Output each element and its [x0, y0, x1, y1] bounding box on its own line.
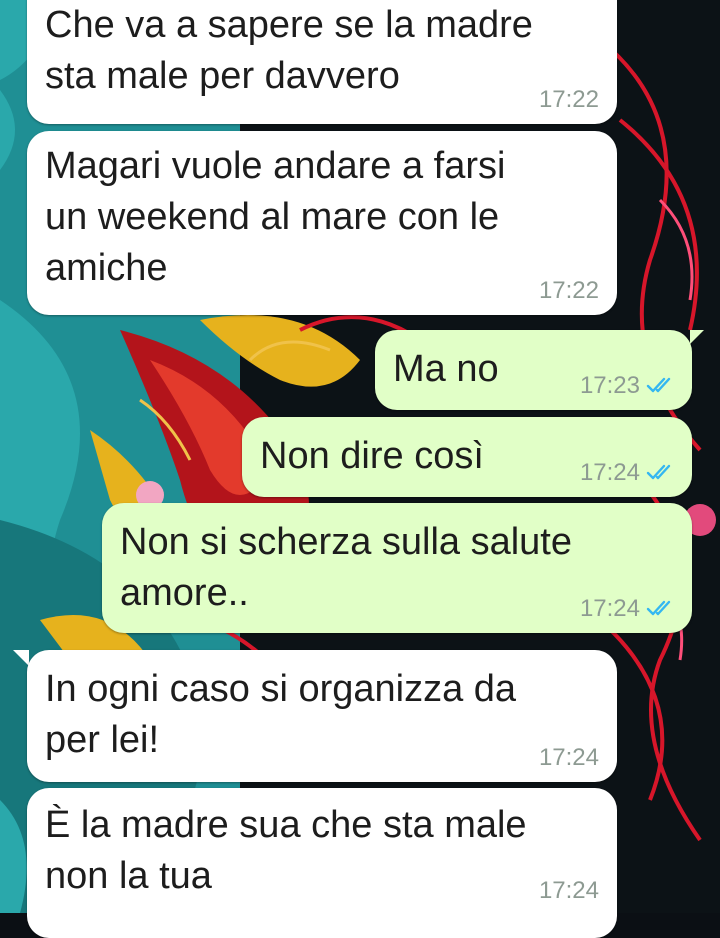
- double-check-icon: [646, 600, 671, 616]
- message-line: Magari vuole andare a farsi: [45, 145, 506, 187]
- incoming-message-bubble[interactable]: Magari vuole andare a farsi un weekend a…: [27, 131, 617, 315]
- message-line: per lei!: [45, 719, 160, 761]
- message-timestamp: 17:24: [538, 877, 599, 904]
- message-line: Che va a sapere se la madre: [45, 4, 533, 46]
- message-timestamp: 17:24: [538, 744, 599, 771]
- incoming-message-bubble[interactable]: In ogni caso si organizza da per lei! 17…: [27, 650, 617, 782]
- message-text: È la madre sua che sta male non la tua: [45, 800, 527, 902]
- bubble-tail: [690, 330, 704, 344]
- message-timestamp: 17:22: [538, 277, 599, 304]
- incoming-message-bubble[interactable]: È la madre sua che sta male non la tua 1…: [27, 788, 617, 938]
- message-line: amore..: [120, 572, 249, 614]
- message-text: Non dire così: [260, 431, 484, 482]
- message-line: non la tua: [45, 855, 212, 897]
- incoming-message-bubble[interactable]: Che va a sapere se la madre sta male per…: [27, 0, 617, 124]
- double-check-icon: [646, 464, 671, 480]
- message-text: Magari vuole andare a farsi un weekend a…: [45, 141, 505, 294]
- message-line: un weekend al mare con le: [45, 196, 500, 238]
- message-timestamp: 17:23: [579, 372, 640, 399]
- outgoing-message-bubble[interactable]: Ma no 17:23: [375, 330, 692, 410]
- bubble-tail: [13, 650, 29, 666]
- message-text: Non si scherza sulla salute amore..: [120, 517, 572, 619]
- message-line: Ma no: [393, 348, 499, 390]
- message-line: È la madre sua che sta male: [45, 804, 527, 846]
- message-timestamp: 17:24: [579, 459, 640, 486]
- message-line: Non dire così: [260, 435, 484, 477]
- message-line: amiche: [45, 247, 168, 289]
- message-line: In ogni caso si organizza da: [45, 668, 517, 710]
- outgoing-message-bubble[interactable]: Non si scherza sulla salute amore.. 17:2…: [102, 503, 692, 633]
- message-line: Non si scherza sulla salute: [120, 521, 572, 563]
- message-timestamp: 17:24: [579, 595, 640, 622]
- double-check-icon: [646, 377, 671, 393]
- message-text: Che va a sapere se la madre sta male per…: [45, 0, 533, 102]
- message-text: In ogni caso si organizza da per lei!: [45, 664, 516, 766]
- message-timestamp: 17:22: [538, 86, 599, 113]
- message-text: Ma no: [393, 344, 499, 395]
- outgoing-message-bubble[interactable]: Non dire così 17:24: [242, 417, 692, 497]
- message-line: sta male per davvero: [45, 55, 400, 97]
